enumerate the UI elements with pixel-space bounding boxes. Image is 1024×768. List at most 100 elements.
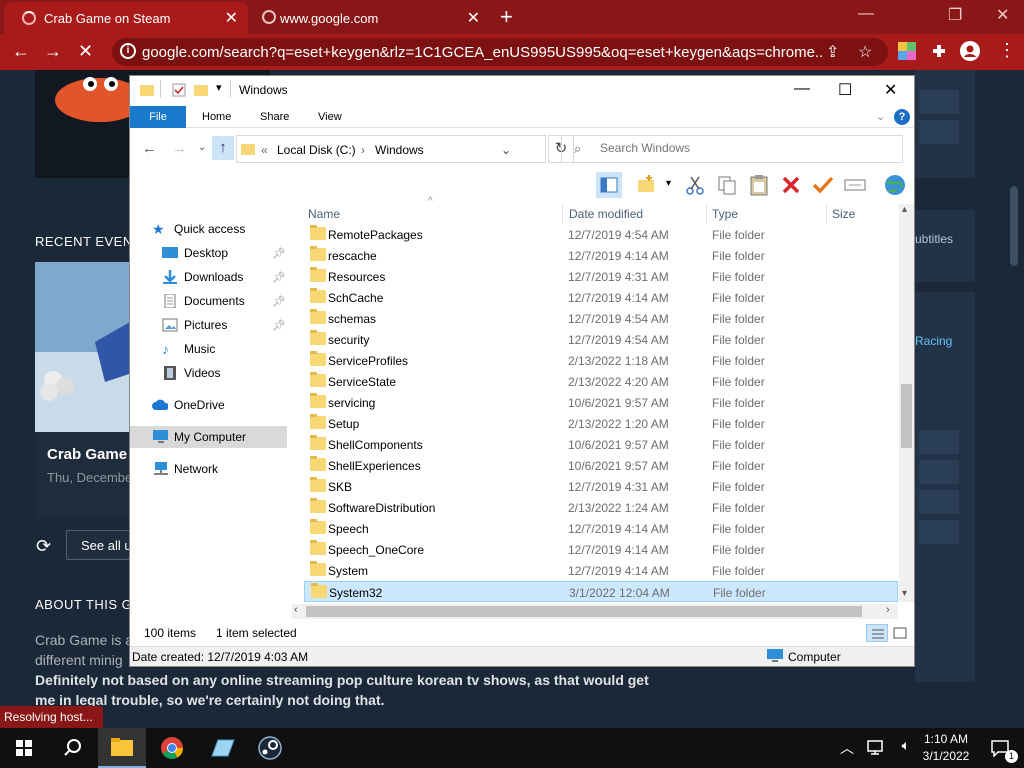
column-type[interactable]: Type — [712, 207, 738, 221]
search-box[interactable]: ⌕ — [561, 135, 903, 163]
column-divider[interactable] — [562, 204, 563, 224]
scroll-down-icon[interactable]: ▾ — [902, 588, 907, 599]
taskbar-app[interactable] — [198, 728, 246, 768]
scroll-left-icon[interactable]: ‹ — [294, 604, 298, 616]
delete-x-icon[interactable] — [778, 172, 804, 198]
scroll-right-icon[interactable]: › — [886, 604, 890, 616]
tab-crab-game[interactable]: Crab Game on Steam ✕ — [4, 2, 248, 34]
properties-icon[interactable] — [172, 83, 186, 97]
refresh-icon[interactable]: ⟳ — [36, 536, 51, 557]
forward-icon[interactable]: → — [172, 140, 187, 157]
check-mark-icon[interactable] — [810, 172, 836, 198]
stop-loading-icon[interactable]: ✕ — [78, 41, 93, 62]
file-row[interactable]: ServiceProfiles 2/13/2022 1:18 AM File fol… — [304, 350, 898, 371]
event-card[interactable]: Crab Game Thu, Decembe — [35, 432, 135, 518]
breadcrumb-local-disk[interactable]: Local Disk (C:) — [277, 143, 356, 157]
profile-avatar-icon[interactable] — [960, 41, 980, 61]
file-row[interactable]: ShellComponents 10/6/2021 9:57 AM File fol… — [304, 434, 898, 455]
extensions-icon[interactable] — [930, 42, 948, 60]
extension-puzzle-colored-icon[interactable] — [898, 42, 916, 60]
nav-quick-access[interactable]: ★ Quick access — [152, 218, 245, 240]
new-folder-dropdown-icon[interactable]: ▾ — [666, 178, 671, 189]
share-icon[interactable]: ⇪ — [826, 42, 839, 62]
breadcrumb-chevron-icon[interactable]: › — [361, 143, 365, 157]
cut-scissors-icon[interactable] — [682, 172, 708, 198]
bookmark-star-icon[interactable]: ☆ — [858, 42, 872, 62]
breadcrumb-overflow-icon[interactable]: « — [261, 143, 268, 157]
close-tab-icon[interactable]: ✕ — [467, 8, 480, 28]
search-input[interactable] — [600, 141, 890, 155]
tab-share[interactable]: Share — [248, 106, 301, 128]
tab-file[interactable]: File — [130, 106, 186, 128]
file-row[interactable]: security 12/7/2019 4:54 AM File folder — [304, 329, 898, 350]
tab-google[interactable]: www.google.com ✕ — [250, 2, 490, 34]
page-scrollbar[interactable] — [1010, 186, 1018, 266]
details-view-icon[interactable] — [866, 624, 888, 642]
minimize-icon[interactable]: — — [794, 80, 810, 98]
taskbar-file-explorer[interactable] — [98, 728, 146, 768]
explorer-title-bar[interactable]: ▾ Windows — ☐ ✕ — [130, 76, 914, 104]
column-date[interactable]: Date modified — [569, 207, 643, 221]
file-row[interactable]: rescache 12/7/2019 4:14 AM File folder — [304, 245, 898, 266]
column-name[interactable]: Name — [308, 207, 340, 221]
file-row[interactable]: System32 3/1/2022 12:04 AM File folder — [304, 581, 898, 602]
file-row[interactable]: SchCache 12/7/2019 4:14 AM File folder — [304, 287, 898, 308]
show-hidden-icons-chevron-icon[interactable]: ︿ — [840, 738, 854, 758]
file-row[interactable]: System 12/7/2019 4:14 AM File folder — [304, 560, 898, 581]
globe-network-icon[interactable] — [882, 172, 908, 198]
file-row[interactable]: schemas 12/7/2019 4:54 AM File folder — [304, 308, 898, 329]
nav-my-computer[interactable]: My Computer — [130, 426, 287, 448]
help-icon[interactable]: ? — [894, 109, 910, 125]
nav-videos[interactable]: Videos — [162, 362, 220, 384]
file-row[interactable]: Speech 12/7/2019 4:14 AM File folder — [304, 518, 898, 539]
file-row[interactable]: RemotePackages 12/7/2019 4:54 AM File fold… — [304, 224, 898, 245]
file-row[interactable]: ShellExperiences 10/6/2021 9:57 AM File fo… — [304, 455, 898, 476]
file-row[interactable]: Speech_OneCore 12/7/2019 4:14 AM File fold… — [304, 539, 898, 560]
close-icon[interactable]: ✕ — [884, 80, 897, 100]
minimize-icon[interactable]: — — [858, 5, 874, 23]
expand-ribbon-icon[interactable]: ⌄ — [876, 110, 885, 123]
file-row[interactable]: Resources 12/7/2019 4:31 AM File folder — [304, 266, 898, 287]
tab-view[interactable]: View — [306, 106, 354, 128]
nav-onedrive[interactable]: OneDrive — [152, 394, 225, 416]
forward-arrow-icon[interactable]: → — [44, 41, 62, 62]
event-image[interactable] — [35, 262, 135, 432]
maximize-icon[interactable]: ☐ — [838, 80, 852, 100]
nav-pictures[interactable]: Pictures — [162, 314, 227, 336]
file-row[interactable]: Setup 2/13/2022 1:20 AM File folder — [304, 413, 898, 434]
clock-time[interactable]: 1:10 AM — [916, 732, 976, 746]
back-arrow-icon[interactable]: ← — [12, 41, 30, 62]
search-icon[interactable] — [48, 728, 96, 768]
new-folder-icon[interactable] — [634, 172, 660, 198]
close-tab-icon[interactable]: ✕ — [225, 8, 238, 28]
address-breadcrumb[interactable]: « Local Disk (C:) › Windows ⌄ — [236, 135, 546, 163]
vertical-scrollbar[interactable]: ▴ ▾ — [899, 204, 914, 602]
paste-clipboard-icon[interactable] — [746, 172, 772, 198]
file-row[interactable]: ServiceState 2/13/2022 4:20 AM File folder — [304, 371, 898, 392]
file-row[interactable]: servicing 10/6/2021 9:57 AM File folder — [304, 392, 898, 413]
clock-date[interactable]: 3/1/2022 — [916, 749, 976, 763]
customize-quick-access-icon[interactable]: ▾ — [216, 81, 222, 94]
taskbar-chrome[interactable] — [148, 728, 196, 768]
breadcrumb-windows[interactable]: Windows — [375, 143, 424, 157]
racing-tag[interactable]: Racing — [915, 334, 952, 348]
nav-documents[interactable]: Documents — [162, 290, 245, 312]
close-window-icon[interactable]: ✕ — [996, 5, 1009, 25]
nav-music[interactable]: ♪ Music — [162, 338, 215, 360]
nav-downloads[interactable]: Downloads — [162, 266, 243, 288]
back-icon[interactable]: ← — [142, 140, 157, 157]
scroll-thumb[interactable] — [901, 384, 912, 448]
site-info-icon[interactable]: i — [120, 43, 136, 59]
copy-icon[interactable] — [714, 172, 740, 198]
column-divider[interactable] — [706, 204, 707, 224]
up-icon[interactable]: ↑ — [212, 136, 234, 160]
scroll-up-icon[interactable]: ▴ — [902, 204, 907, 215]
large-icons-view-icon[interactable] — [890, 624, 910, 642]
see-all-button[interactable]: See all u — [66, 530, 132, 560]
new-folder-icon[interactable] — [194, 83, 208, 97]
column-size[interactable]: Size — [832, 207, 855, 221]
preview-pane-icon[interactable] — [596, 172, 622, 198]
volume-icon[interactable]: 🔈︎ — [902, 737, 910, 754]
taskbar-steam[interactable] — [246, 728, 294, 768]
restore-icon[interactable]: ❐ — [948, 5, 962, 25]
